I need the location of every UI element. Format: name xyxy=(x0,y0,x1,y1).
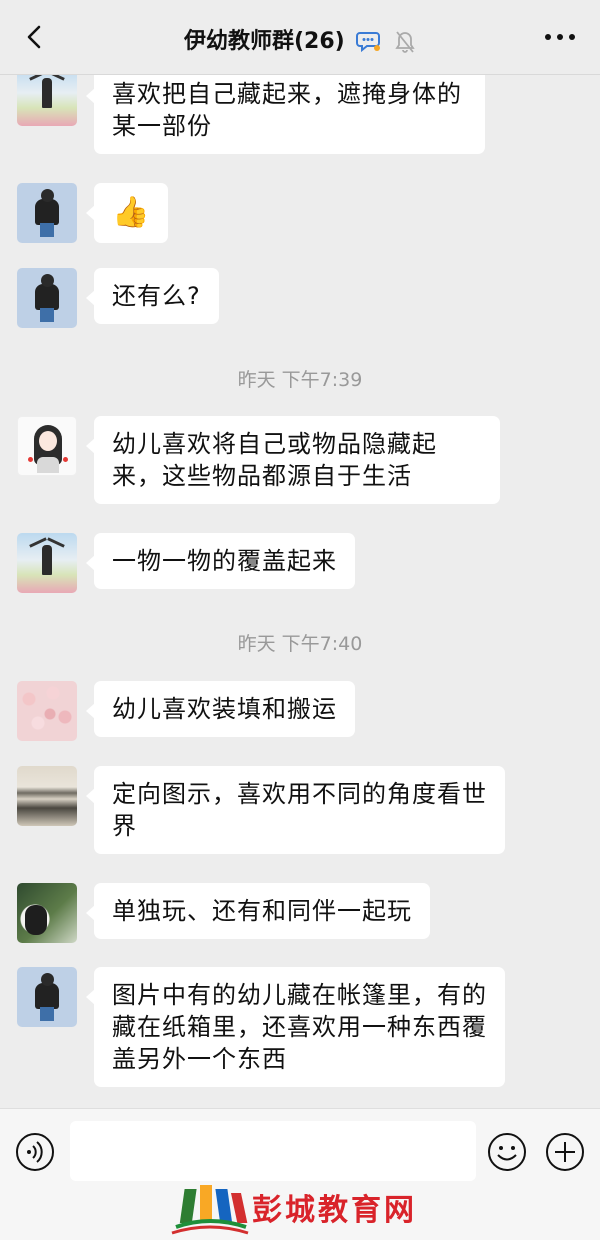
cartoon-girl-avatar[interactable] xyxy=(17,416,77,476)
timestamp: 昨天 下午7:39 xyxy=(237,369,363,391)
chat-bubble-icon xyxy=(356,32,381,53)
message-bubble[interactable]: 一物一物的覆盖起来 xyxy=(86,533,355,589)
thumbs-up-emoji: 👍 xyxy=(112,195,151,230)
message-item: 图片中有的幼儿藏在帐篷里，有的藏在纸箱里，还喜欢用一种东西覆盖另外一个东西 xyxy=(17,967,505,1087)
chat-header: 伊幼教师群(26) xyxy=(0,0,600,75)
message-item: 单独玩、还有和同伴一起玩 xyxy=(17,883,430,943)
message-input[interactable] xyxy=(70,1121,476,1181)
message-bubble[interactable]: 还有么? xyxy=(86,268,219,324)
sky-girl-avatar[interactable] xyxy=(17,66,77,126)
message-bubble[interactable]: 定向图示，喜欢用不同的角度看世界 xyxy=(86,766,505,854)
watermark-text: 彭城教育网 xyxy=(252,1193,417,1228)
message-item: 👍 xyxy=(17,183,169,243)
watermark: 彭城教育网 xyxy=(170,1179,450,1237)
message-bubble[interactable]: 幼儿喜欢将自己或物品隐藏起来，这些物品都源自于生活 xyxy=(86,416,500,504)
message-item: 幼儿喜欢将自己或物品隐藏起来，这些物品都源自于生活 xyxy=(17,416,500,504)
message-bubble[interactable]: 👍 xyxy=(85,183,169,243)
message-bubble[interactable]: 单独玩、还有和同伴一起玩 xyxy=(86,883,430,939)
message-bubble[interactable]: 幼儿喜欢装填和搬运 xyxy=(86,681,355,737)
plant-girl-avatar[interactable] xyxy=(17,883,77,943)
flowers-avatar[interactable] xyxy=(17,681,77,741)
building-avatar[interactable] xyxy=(17,766,77,826)
boy-avatar[interactable] xyxy=(17,967,77,1027)
chat-title: 伊幼教师群(26) xyxy=(183,29,345,54)
boy-avatar[interactable] xyxy=(17,183,77,243)
emoji-icon[interactable] xyxy=(486,1131,528,1173)
plus-icon[interactable] xyxy=(544,1131,586,1173)
message-item: 一物一物的覆盖起来 xyxy=(17,533,355,593)
message-item: 幼儿喜欢装填和搬运 xyxy=(17,681,355,741)
message-item: 定向图示，喜欢用不同的角度看世界 xyxy=(17,766,505,854)
input-bar: 彭城教育网 xyxy=(0,1108,600,1240)
message-bubble[interactable]: 图片中有的幼儿藏在帐篷里，有的藏在纸箱里，还喜欢用一种东西覆盖另外一个东西 xyxy=(86,967,505,1087)
boy-avatar[interactable] xyxy=(17,268,77,328)
chat-title-area: 伊幼教师群(26) xyxy=(0,28,600,56)
books-logo xyxy=(171,1185,249,1235)
sky-girl-avatar[interactable] xyxy=(17,533,77,593)
voice-icon[interactable] xyxy=(14,1131,56,1173)
message-item: 喜欢把自己藏起来，遮掩身体的某一部份 xyxy=(17,66,485,154)
mute-bell-icon xyxy=(395,31,415,53)
more-dots-icon[interactable] xyxy=(542,22,578,52)
message-item: 还有么? xyxy=(17,268,219,328)
timestamp: 昨天 下午7:40 xyxy=(237,633,363,655)
message-bubble[interactable]: 喜欢把自己藏起来，遮掩身体的某一部份 xyxy=(86,66,485,154)
